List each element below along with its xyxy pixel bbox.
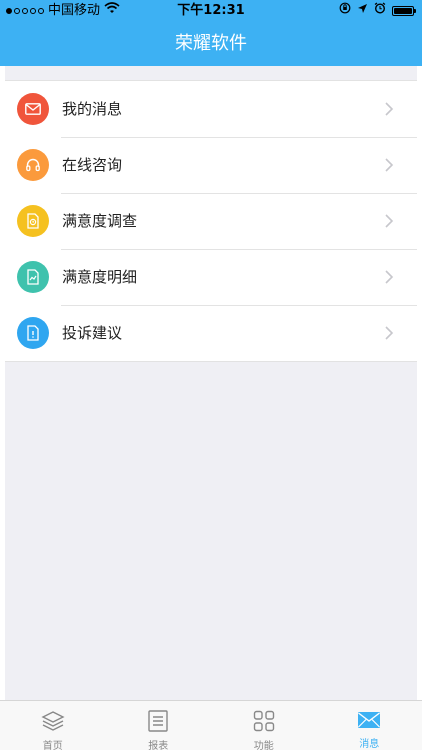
status-bar: 中国移动 下午12:31 bbox=[0, 0, 422, 22]
tab-label: 首页 bbox=[42, 741, 63, 750]
app-header: 中国移动 下午12:31 荣耀软件 bbox=[0, 0, 422, 66]
tab-functions[interactable]: 功能 bbox=[211, 701, 317, 750]
chevron-right-icon bbox=[381, 269, 397, 285]
menu-item-satisfaction-survey[interactable]: 满意度调查 bbox=[5, 193, 417, 249]
menu-item-complaints[interactable]: 投诉建议 bbox=[5, 305, 417, 361]
chevron-right-icon bbox=[381, 325, 397, 341]
mail-icon bbox=[17, 93, 49, 125]
menu-item-label: 满意度调查 bbox=[62, 212, 138, 230]
location-arrow-icon bbox=[357, 0, 368, 22]
list-doc-icon bbox=[146, 709, 170, 733]
menu-item-online-consult[interactable]: 在线咨询 bbox=[5, 137, 417, 193]
tab-home[interactable]: 首页 bbox=[0, 701, 106, 750]
tab-messages[interactable]: 消息 bbox=[317, 701, 422, 750]
status-right bbox=[339, 0, 416, 22]
tab-label: 消息 bbox=[359, 739, 380, 750]
envelope-icon bbox=[357, 709, 381, 731]
menu-item-label: 我的消息 bbox=[62, 100, 123, 118]
battery-icon bbox=[392, 6, 416, 16]
menu-item-satisfaction-details[interactable]: 满意度明细 bbox=[5, 249, 417, 305]
chevron-right-icon bbox=[381, 157, 397, 173]
headphones-icon bbox=[17, 149, 49, 181]
tab-reports[interactable]: 报表 bbox=[106, 701, 212, 750]
main-content: 我的消息 在线咨询 满意度调查 满意度明细 投诉建议 bbox=[5, 66, 417, 700]
rotation-lock-icon bbox=[339, 0, 351, 22]
layers-icon bbox=[41, 709, 65, 733]
menu-item-label: 满意度明细 bbox=[62, 268, 138, 286]
alarm-icon bbox=[374, 0, 386, 22]
menu-item-label: 投诉建议 bbox=[62, 324, 123, 342]
survey-doc-icon bbox=[17, 205, 49, 237]
menu-item-label: 在线咨询 bbox=[62, 156, 123, 174]
grid-icon bbox=[252, 709, 276, 733]
menu-list: 我的消息 在线咨询 满意度调查 满意度明细 投诉建议 bbox=[5, 80, 417, 362]
chevron-right-icon bbox=[381, 101, 397, 117]
page-title: 荣耀软件 bbox=[175, 33, 247, 54]
tab-label: 功能 bbox=[253, 741, 274, 750]
tab-label: 报表 bbox=[148, 741, 169, 750]
complaint-doc-icon bbox=[17, 317, 49, 349]
chart-doc-icon bbox=[17, 261, 49, 293]
menu-item-my-messages[interactable]: 我的消息 bbox=[5, 81, 417, 137]
tab-bar: 首页 报表 功能 消息 bbox=[0, 700, 422, 750]
chevron-right-icon bbox=[381, 213, 397, 229]
